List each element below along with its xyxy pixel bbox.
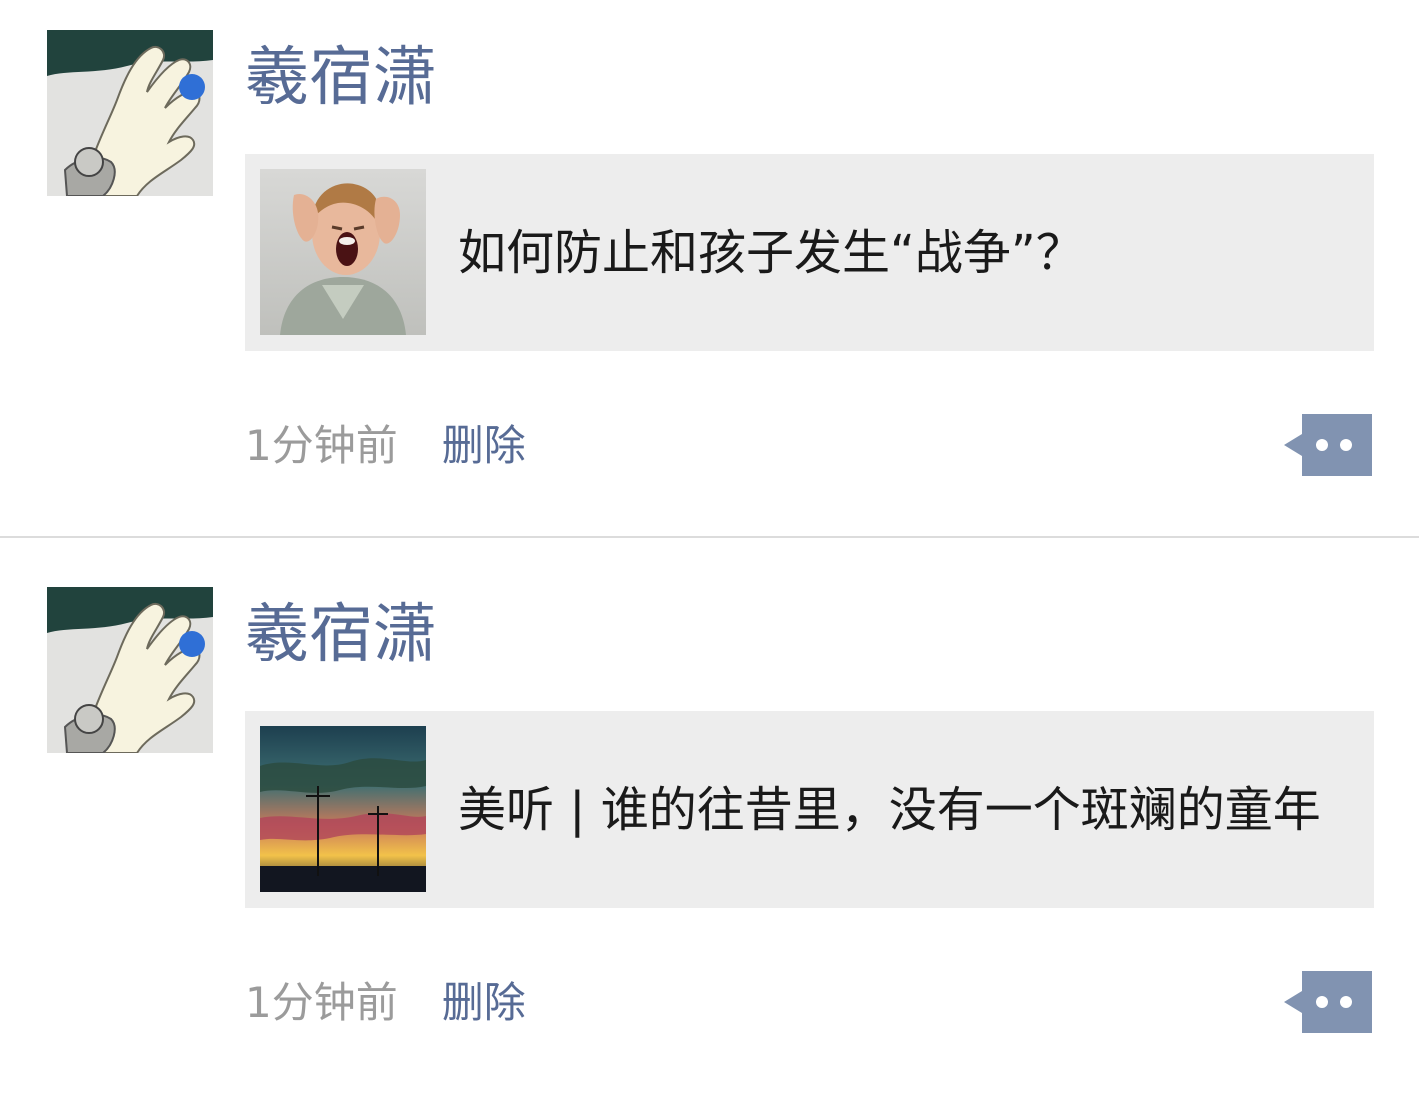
shared-article-title-text: 美听 | 谁的往昔里，没有一个斑斓的童年 <box>458 781 1321 838</box>
article-thumbnail <box>260 726 426 892</box>
author-name[interactable]: 羲宿潇 <box>245 38 437 118</box>
shared-article-title-text: 如何防止和孩子发生“战争”？ <box>458 224 1084 281</box>
post-time: 1分钟前 <box>245 977 398 1027</box>
shared-article-card[interactable]: 美听 | 谁的往昔里，没有一个斑斓的童年 <box>245 711 1374 908</box>
screaming-boy-thumbnail <box>260 169 426 335</box>
moment-post: 羲宿潇 <box>0 557 1419 1095</box>
delete-button[interactable]: 删除 <box>442 412 526 473</box>
shared-article-card[interactable]: 如何防止和孩子发生“战争”？ <box>245 154 1374 351</box>
comment-button[interactable] <box>1284 414 1372 476</box>
avatar[interactable] <box>47 30 213 196</box>
hand-holding-blue-dot-avatar <box>47 587 213 753</box>
author-name[interactable]: 羲宿潇 <box>245 595 437 675</box>
comment-button[interactable] <box>1284 971 1372 1033</box>
delete-button[interactable]: 删除 <box>442 969 526 1030</box>
post-divider <box>0 536 1419 538</box>
avatar[interactable] <box>47 587 213 753</box>
article-thumbnail <box>260 169 426 335</box>
post-meta: 1分钟前 删除 <box>245 412 526 472</box>
comment-bubble-icon <box>1284 414 1372 476</box>
shared-article-title[interactable]: 如何防止和孩子发生“战争”？ <box>458 154 1344 351</box>
sunset-sky-thumbnail <box>260 726 426 892</box>
hand-holding-blue-dot-avatar <box>47 30 213 196</box>
comment-bubble-icon <box>1284 971 1372 1033</box>
post-time: 1分钟前 <box>245 420 398 470</box>
shared-article-title[interactable]: 美听 | 谁的往昔里，没有一个斑斓的童年 <box>458 711 1344 908</box>
post-meta: 1分钟前 删除 <box>245 969 526 1029</box>
moment-post: 羲宿潇 <box>0 0 1419 538</box>
